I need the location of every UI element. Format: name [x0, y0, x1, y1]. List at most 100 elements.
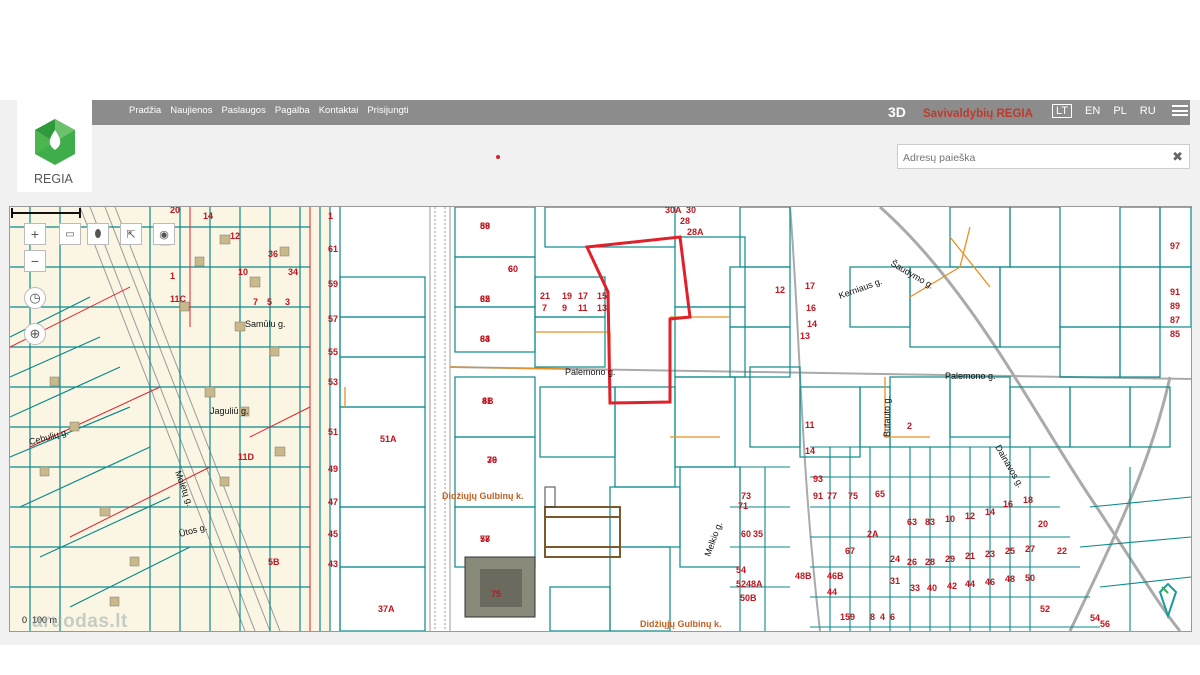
parcel-number: 12	[965, 511, 975, 521]
nav-prisijungti[interactable]: Prisijungti	[367, 105, 408, 116]
ruler-icon[interactable]: ▭	[59, 223, 81, 245]
nav-naujienos[interactable]: Naujienos	[170, 105, 212, 116]
parcel-number: 20	[170, 207, 180, 215]
nav-pagalba[interactable]: Pagalba	[275, 105, 310, 116]
parcel-number: 14	[985, 507, 995, 517]
parcel-number: 61	[328, 244, 338, 254]
nav-paslaugos[interactable]: Paslaugos	[221, 105, 265, 116]
address-search-input[interactable]	[898, 145, 1165, 170]
parcel-number: 44	[827, 587, 837, 597]
top-blank-area	[0, 0, 1200, 101]
map-canvas[interactable]: Palemono g. Palemono g. Butauto g. Šaudy…	[10, 207, 1191, 631]
parcel-number: 4	[880, 612, 885, 622]
lang-ru[interactable]: RU	[1140, 105, 1156, 117]
locate-icon[interactable]: ⊕	[24, 323, 46, 345]
parcel-number: 13	[800, 331, 810, 341]
parcel-number: 77	[827, 491, 837, 501]
parcel-number: 46B	[827, 571, 844, 581]
parcel-number: 15	[597, 291, 607, 301]
3d-view-button[interactable]: 3D	[888, 104, 906, 120]
parcel-number: 21	[965, 551, 975, 561]
compass-icon[interactable]: ◷	[24, 287, 46, 309]
parcel-number: 48	[1005, 574, 1015, 584]
parcel-number: 59	[328, 279, 338, 289]
street-label: Butauto g.	[882, 396, 892, 437]
parcel-number: 11	[578, 303, 588, 313]
plus-icon[interactable]: +	[24, 223, 46, 245]
parcel-number: 46	[985, 577, 995, 587]
parcel-number: 10	[238, 267, 248, 277]
parcel-number: 47	[328, 497, 338, 507]
lang-pl[interactable]: PL	[1113, 105, 1126, 117]
parcel-number: 73	[741, 491, 751, 501]
parcel-number: 12	[775, 285, 785, 295]
parcel-number: 29	[945, 554, 955, 564]
parcel-number: 50	[1025, 573, 1035, 583]
parcel-number: 34	[288, 267, 298, 277]
address-search: ✖	[897, 144, 1190, 170]
parcel-number: 48A	[746, 579, 763, 589]
parcel-number: 28A	[687, 227, 704, 237]
parcel-number: 87	[1170, 315, 1180, 325]
parcel-number: 14	[807, 319, 817, 329]
parcel-number: 54	[1090, 613, 1100, 623]
parcel-number: 6	[890, 612, 895, 622]
parcel-number: 51A	[380, 434, 397, 444]
parcel-number: 17	[805, 281, 815, 291]
parcel-number: 65	[875, 489, 885, 499]
parcel-number: 75	[848, 491, 858, 501]
parcel-number: 57	[328, 314, 338, 324]
logo-text: REGIA	[34, 172, 73, 186]
lang-lt[interactable]: LT	[1052, 104, 1073, 118]
close-icon[interactable]: ✖	[1172, 149, 1183, 165]
parcel-number: 3	[285, 297, 290, 307]
parcel-number: 1	[170, 271, 175, 281]
regia-logo-icon	[35, 119, 75, 165]
parcel-number: 54	[736, 565, 746, 575]
target-icon[interactable]: ◉	[153, 223, 175, 245]
bottom-blank-area	[0, 645, 1200, 675]
parcel-number: 7	[542, 303, 547, 313]
parcel-number: 23	[985, 549, 995, 559]
parcel-number: 13	[597, 303, 607, 313]
parcel-number: 67	[845, 546, 855, 556]
parcel-number: 44	[965, 579, 975, 589]
parcel-number: 27	[1025, 544, 1035, 554]
parcel-number: 40	[927, 583, 937, 593]
parcel-number: 8	[870, 612, 875, 622]
parcel-number: 16	[1003, 499, 1013, 509]
lang-en[interactable]: EN	[1085, 105, 1100, 117]
parcel-number: 62	[480, 294, 490, 304]
parcel-number: 53	[328, 377, 338, 387]
scale-zero-label: 0	[22, 615, 28, 625]
parcel-number: 9	[850, 612, 855, 622]
parcel-number: 30	[686, 207, 696, 215]
nav-kontaktai[interactable]: Kontaktai	[319, 105, 359, 116]
parcel-number: 97	[1170, 241, 1180, 251]
parcel-number: 26	[907, 557, 917, 567]
parcel-number: 25	[1005, 546, 1015, 556]
parcel-number: 35	[753, 529, 763, 539]
hamburger-icon[interactable]	[1172, 105, 1188, 119]
parcel-number: 5B	[268, 557, 280, 567]
street-label: Palemono g.	[565, 367, 616, 377]
parcel-number: 28	[680, 216, 690, 226]
main-nav: Pradžia Naujienos Paslaugos Pagalba Kont…	[129, 105, 409, 116]
nav-pradzia[interactable]: Pradžia	[129, 105, 161, 116]
parcel-number: 9	[562, 303, 567, 313]
export-icon[interactable]: ⇱	[120, 223, 142, 245]
parcel-number: 37A	[378, 604, 395, 614]
street-label: Samūlu g.	[245, 319, 286, 329]
parcel-number: 85	[1170, 329, 1180, 339]
parcel-number: 21	[540, 291, 550, 301]
parcel-number: 5	[267, 297, 272, 307]
parcel-number: 42	[947, 581, 957, 591]
parcel-number: 55	[328, 347, 338, 357]
village-label: Didžiųjų Gulbinų k.	[640, 619, 722, 629]
parcel-number: 36	[268, 249, 278, 259]
marker-icon[interactable]: ⬮	[87, 223, 109, 245]
parcel-number: 17	[578, 291, 588, 301]
parcel-number: 15	[840, 612, 850, 622]
cadastral-map[interactable]: Palemono g. Palemono g. Butauto g. Šaudy…	[9, 206, 1192, 632]
minus-icon[interactable]: −	[24, 250, 46, 272]
